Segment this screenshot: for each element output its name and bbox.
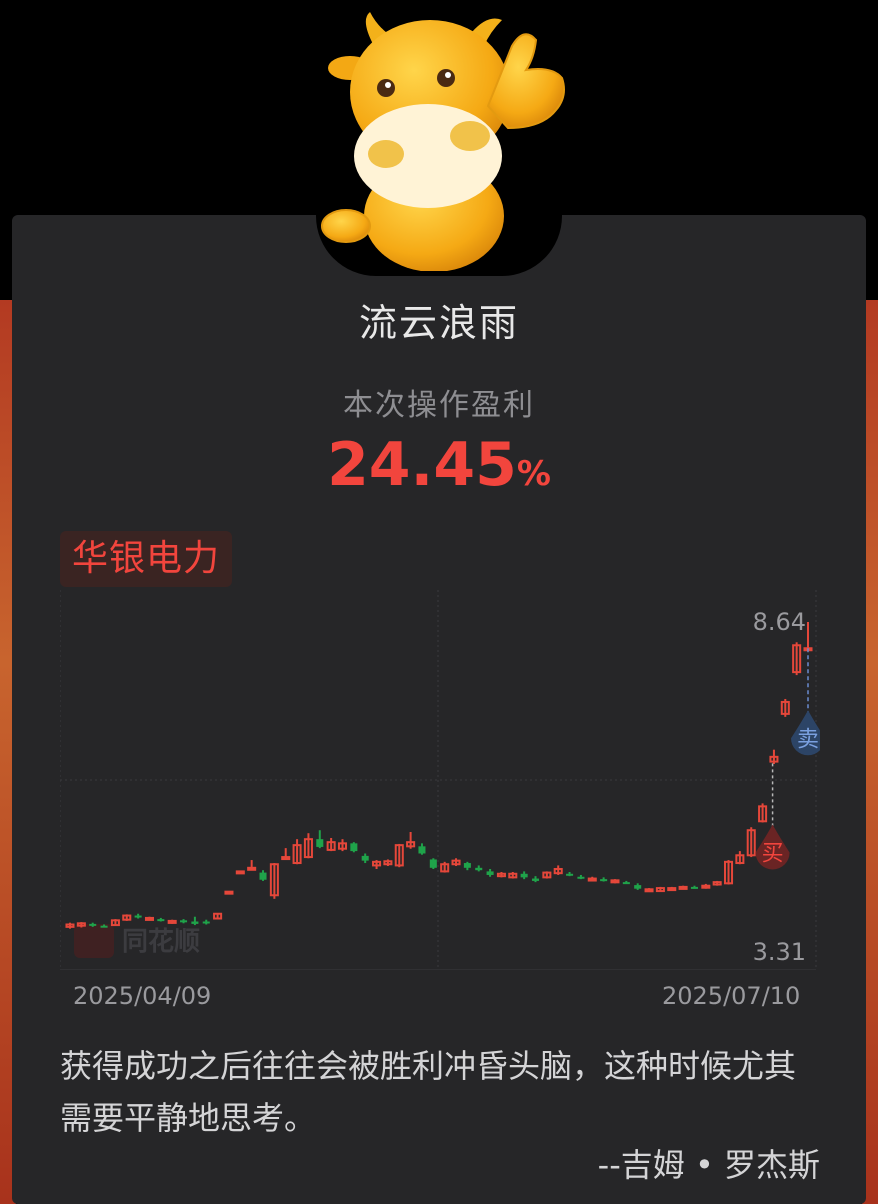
- candle-body: [350, 843, 358, 852]
- candle-body: [89, 923, 97, 926]
- candle-body: [144, 916, 154, 921]
- sell-marker: 卖: [791, 710, 820, 756]
- candle-body: [475, 867, 483, 871]
- quote-author: --吉姆 • 罗杰斯: [597, 1146, 820, 1184]
- candle-body: [644, 888, 654, 893]
- candle-body: [418, 846, 426, 854]
- candle-body: [100, 925, 108, 928]
- candle-body: [259, 872, 267, 880]
- candle-body: [247, 866, 257, 871]
- candle-body: [235, 870, 245, 875]
- profit-label: 本次操作盈利: [343, 388, 535, 423]
- candle-body: [701, 884, 711, 889]
- x-start-date: 2025/04/09: [73, 982, 212, 1010]
- candle-body: [191, 921, 199, 924]
- candlestick-chart: 同花顺 8.64 3.31 买 卖: [60, 590, 820, 970]
- candle-body: [316, 839, 324, 847]
- candle-body: [577, 876, 585, 879]
- watermark-logo-icon: [74, 924, 114, 958]
- x-end-date: 2025/07/10: [662, 982, 801, 1010]
- candle-body: [134, 915, 142, 918]
- y-min-label: 3.31: [753, 938, 806, 966]
- profit-number: 24.45: [327, 430, 517, 500]
- stock-name-chip[interactable]: 华银电力: [60, 531, 233, 587]
- candle-body: [281, 856, 291, 861]
- candle-body: [520, 873, 528, 878]
- candle-body: [634, 885, 642, 889]
- candle-body: [622, 882, 630, 885]
- candle-body: [202, 921, 210, 924]
- candle-body: [361, 855, 369, 861]
- candle-body: [157, 919, 165, 922]
- buy-marker-label: 买: [762, 841, 784, 866]
- candle-body: [667, 887, 677, 892]
- candle-body: [531, 878, 540, 881]
- quote-text: 获得成功之后往往会被胜利冲昏头脑，这种时候尤其需要平静地思考。: [60, 1047, 797, 1137]
- profit-unit: %: [516, 454, 551, 494]
- candle-body: [180, 920, 188, 923]
- candle-body: [566, 873, 574, 876]
- candle-body: [224, 890, 234, 895]
- candle-body: [463, 863, 471, 868]
- candle-body: [486, 871, 494, 875]
- candle-body: [678, 885, 688, 890]
- candle-body: [167, 919, 177, 924]
- profit-value: 24.45%: [0, 430, 878, 500]
- sell-marker-label: 卖: [797, 727, 819, 752]
- user-name: 流云浪雨: [358, 301, 519, 345]
- candle-body: [429, 859, 437, 868]
- bull-mascot-icon: [321, 12, 565, 271]
- candle-body: [600, 879, 608, 882]
- candle-body: [690, 886, 698, 889]
- watermark-text: 同花顺: [122, 927, 200, 957]
- candle-body: [587, 877, 597, 882]
- buy-marker: 买: [755, 824, 790, 870]
- y-max-label: 8.64: [753, 608, 806, 636]
- candle-body: [610, 879, 620, 884]
